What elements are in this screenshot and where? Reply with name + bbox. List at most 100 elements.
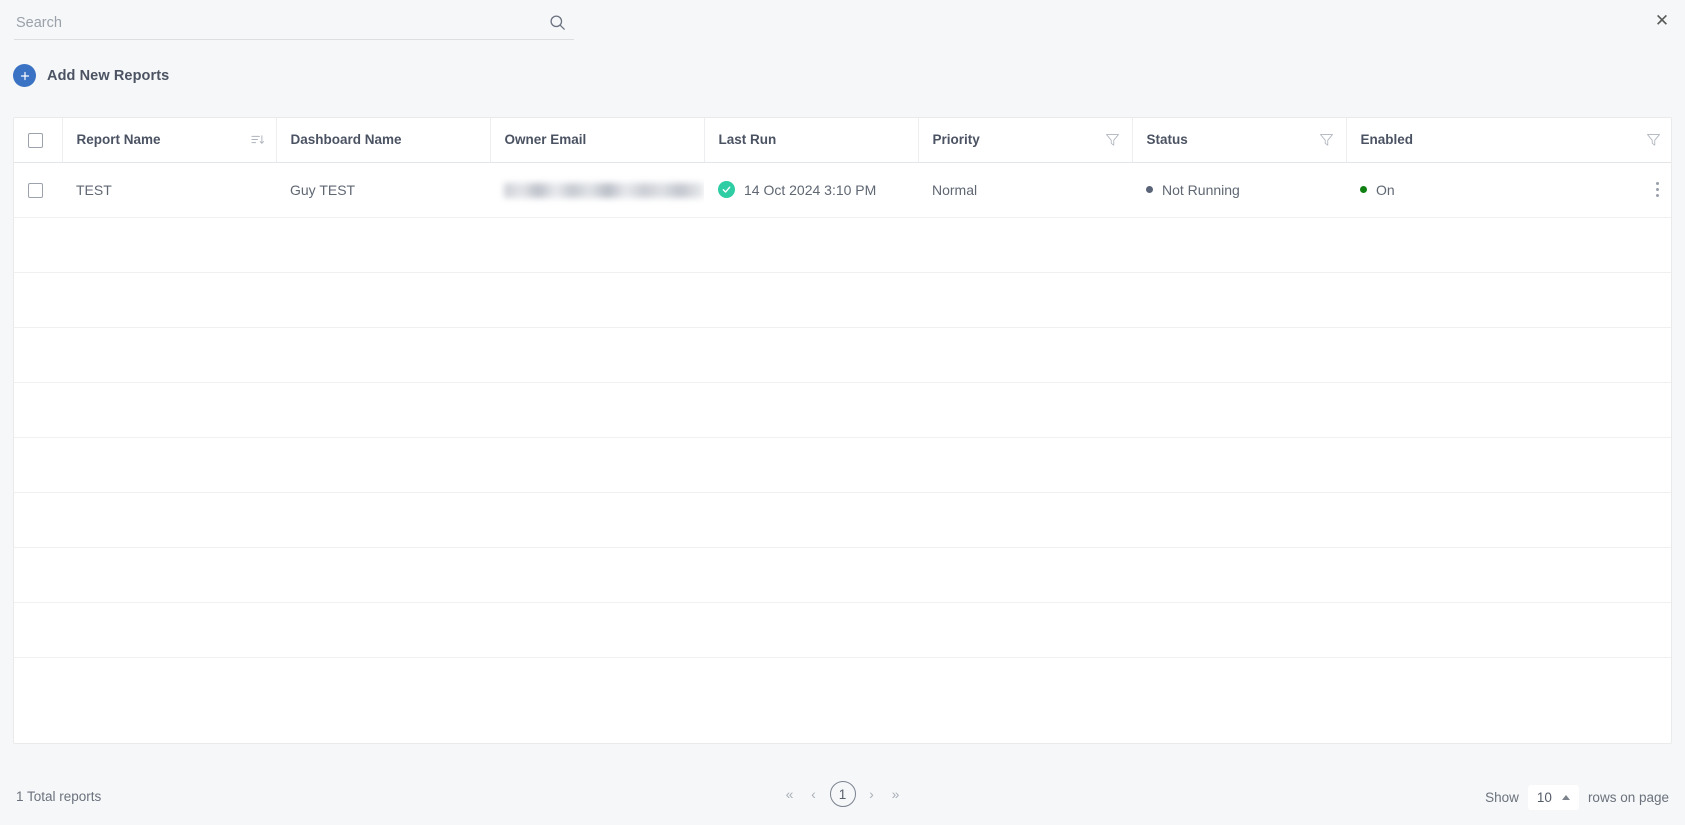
- table-body: TEST Guy TEST 14 Oct 2024 3:10 PM Normal…: [14, 162, 1671, 712]
- pagination-prev-button[interactable]: ‹: [806, 786, 822, 802]
- table-row: [14, 437, 1671, 493]
- sort-descending-icon[interactable]: [250, 132, 265, 147]
- close-icon[interactable]: ✕: [1649, 7, 1675, 33]
- reports-table-card: Report Name Dashboard Name Owner Email L…: [13, 117, 1672, 744]
- empty-cell: [704, 492, 918, 548]
- rows-per-page-control: Show 10 rows on page: [1485, 785, 1669, 810]
- empty-cell: [490, 657, 704, 712]
- column-header-report-name[interactable]: Report Name: [62, 118, 277, 163]
- cell-status: Not Running: [1132, 162, 1346, 218]
- column-label-owner-email: Owner Email: [504, 132, 587, 148]
- empty-cell: [704, 327, 918, 383]
- table-row[interactable]: TEST Guy TEST 14 Oct 2024 3:10 PM Normal…: [14, 162, 1671, 218]
- empty-cell: [14, 272, 62, 328]
- filter-icon[interactable]: [1104, 131, 1121, 148]
- table-row: [14, 657, 1671, 712]
- pagination-page-1[interactable]: 1: [829, 781, 856, 807]
- empty-cell: [918, 547, 1132, 603]
- empty-cell: [14, 327, 62, 383]
- empty-cell: [704, 547, 918, 603]
- cell-dashboard-name: Guy TEST: [276, 162, 490, 218]
- total-reports-label: 1 Total reports: [16, 789, 102, 804]
- filter-icon[interactable]: [1645, 131, 1662, 148]
- empty-cell: [490, 217, 704, 273]
- empty-cell: [1346, 272, 1671, 328]
- empty-cell: [918, 272, 1132, 328]
- check-circle-icon: [718, 181, 735, 198]
- reports-page: ✕ Add New Reports: [0, 0, 1685, 825]
- empty-cell: [1132, 657, 1346, 712]
- add-new-reports-button[interactable]: Add New Reports: [13, 64, 169, 87]
- empty-cell: [276, 217, 490, 273]
- empty-cell: [1132, 272, 1346, 328]
- empty-cell: [918, 602, 1132, 658]
- empty-cell: [918, 327, 1132, 383]
- empty-cell: [276, 272, 490, 328]
- empty-cell: [490, 382, 704, 438]
- plus-icon: [13, 64, 36, 87]
- empty-cell: [1132, 547, 1346, 603]
- rows-per-page-select[interactable]: 10: [1527, 785, 1579, 810]
- table-row: [14, 327, 1671, 383]
- empty-cell: [276, 602, 490, 658]
- column-header-dashboard-name[interactable]: Dashboard Name: [276, 118, 491, 163]
- cell-owner-email: [490, 162, 704, 218]
- search-input[interactable]: [14, 15, 548, 34]
- filter-icon[interactable]: [1318, 131, 1335, 148]
- empty-cell: [1132, 437, 1346, 493]
- kebab-menu-icon[interactable]: [1649, 182, 1665, 197]
- empty-cell: [490, 492, 704, 548]
- column-header-enabled[interactable]: Enabled: [1346, 118, 1671, 163]
- column-header-owner-email[interactable]: Owner Email: [490, 118, 705, 163]
- select-all-checkbox[interactable]: [28, 132, 43, 148]
- empty-cell: [14, 657, 62, 712]
- redacted-email: [504, 182, 704, 198]
- search-bar[interactable]: [14, 10, 574, 40]
- empty-cell: [1132, 217, 1346, 273]
- column-header-last-run[interactable]: Last Run: [704, 118, 919, 163]
- empty-cell: [490, 602, 704, 658]
- table-row: [14, 602, 1671, 658]
- row-checkbox[interactable]: [28, 182, 43, 198]
- status-text: Not Running: [1162, 181, 1240, 198]
- pagination-first-button[interactable]: «: [782, 786, 798, 802]
- empty-cell: [1346, 327, 1671, 383]
- column-header-priority[interactable]: Priority: [918, 118, 1133, 163]
- empty-cell: [490, 272, 704, 328]
- column-header-status[interactable]: Status: [1132, 118, 1347, 163]
- empty-cell: [62, 217, 276, 273]
- table-row: [14, 547, 1671, 603]
- search-icon[interactable]: [548, 13, 570, 35]
- table-row: [14, 382, 1671, 438]
- empty-cell: [1346, 657, 1671, 712]
- empty-cell: [62, 602, 276, 658]
- empty-cell: [14, 217, 62, 273]
- empty-cell: [62, 272, 276, 328]
- empty-cell: [276, 382, 490, 438]
- empty-cell: [62, 492, 276, 548]
- rows-per-page-value: 10: [1536, 790, 1552, 805]
- column-label-dashboard-name: Dashboard Name: [290, 132, 402, 148]
- empty-cell: [918, 492, 1132, 548]
- rows-per-page-suffix: rows on page: [1587, 790, 1669, 805]
- table-footer: 1 Total reports « ‹ 1 › » Show 10 rows o…: [0, 745, 1685, 825]
- row-select-cell: [14, 162, 62, 218]
- empty-cell: [1346, 217, 1671, 273]
- table-row: [14, 272, 1671, 328]
- pagination-next-button[interactable]: ›: [864, 786, 880, 802]
- empty-cell: [276, 657, 490, 712]
- empty-cell: [1132, 382, 1346, 438]
- pagination-last-button[interactable]: »: [888, 786, 904, 802]
- empty-cell: [704, 217, 918, 273]
- empty-cell: [918, 382, 1132, 438]
- empty-cell: [490, 437, 704, 493]
- empty-cell: [62, 547, 276, 603]
- empty-cell: [276, 437, 490, 493]
- empty-cell: [704, 657, 918, 712]
- empty-cell: [490, 547, 704, 603]
- empty-cell: [14, 602, 62, 658]
- pagination: « ‹ 1 › »: [782, 781, 904, 807]
- empty-cell: [918, 217, 1132, 273]
- column-label-report-name: Report Name: [76, 132, 161, 148]
- empty-cell: [704, 382, 918, 438]
